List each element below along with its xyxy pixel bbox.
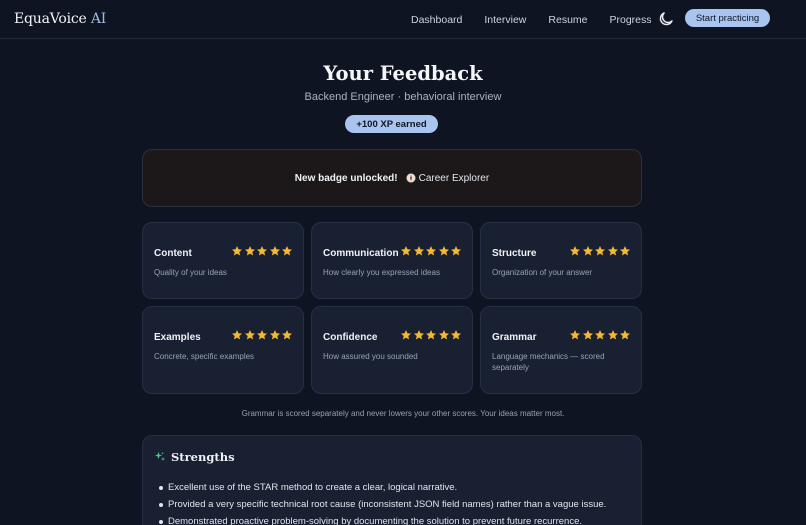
list-item: Excellent use of the STAR method to crea… [159,482,606,493]
page-subtitle: Backend Engineer · behavioral interview [304,91,502,103]
star-icon [426,246,436,256]
moon-icon[interactable] [657,10,675,28]
page-title: Your Feedback [323,62,483,85]
star-icon [582,246,593,256]
score-card-content: Content Quality of your ideas [142,222,304,299]
score-label: Grammar [492,332,537,343]
star-icon [401,246,411,256]
star-icon [232,246,242,256]
xp-badge: +100 XP earned [345,115,438,133]
score-card-examples: Examples Concrete, specific examples [142,306,304,394]
star-icon [438,246,449,256]
star-icon [607,246,618,256]
nav-link-progress[interactable]: Progress [610,14,652,26]
badge-unlocked-text: New badge unlocked! [294,172,398,184]
score-card-confidence: Confidence How assured you sounded [311,306,473,394]
start-practicing-button[interactable]: Start practicing [685,9,770,27]
score-card-structure: Structure Organization of your answer [480,222,642,299]
star-icon [269,330,280,340]
star-icon [413,330,424,340]
star-icon [232,330,242,340]
star-icon [595,330,605,340]
star-icon [620,330,630,340]
star-rating [569,329,632,341]
star-icon [438,330,449,340]
grammar-note: Grammar is scored separately and never l… [241,409,565,418]
nav-link-dashboard[interactable]: Dashboard [411,14,462,26]
strengths-card: Strengths Excellent use of the STAR meth… [142,435,642,525]
sparkles-icon [155,452,165,461]
score-description: Quality of your ideas [154,268,227,277]
star-icon [244,330,255,340]
score-label: Content [154,248,192,259]
star-rating [231,329,294,341]
score-description: How assured you sounded [323,352,418,361]
brand-logo[interactable]: EquaVoice AI [14,11,106,27]
nav-link-resume[interactable]: Resume [548,14,587,26]
list-item: Demonstrated proactive problem-solving b… [159,516,606,525]
star-rating [569,245,632,257]
score-card-grammar: Grammar Language mechanics — scored sepa… [480,306,642,394]
star-icon [595,246,605,256]
score-description: Organization of your answer [492,268,593,277]
badge-name: Career Explorer [418,172,490,184]
star-rating [400,329,463,341]
star-icon [282,330,292,340]
star-icon [401,330,411,340]
strengths-list: Excellent use of the STAR method to crea… [159,482,606,525]
star-icon [413,246,424,256]
list-item: Provided a very specific technical root … [159,499,606,510]
star-icon [451,246,461,256]
star-icon [570,330,580,340]
top-nav: EquaVoice AI Dashboard Interview Resume … [0,0,806,39]
score-description: Concrete, specific examples [154,352,255,361]
star-icon [244,246,255,256]
star-icon [620,246,630,256]
star-icon [269,246,280,256]
star-icon [257,246,267,256]
star-icon [451,330,461,340]
star-rating [231,245,294,257]
score-label: Structure [492,248,537,259]
score-label: Confidence [323,332,378,343]
star-icon [582,330,593,340]
star-rating [400,245,463,257]
score-description: Language mechanics — scored separately [492,352,605,372]
star-icon [570,246,580,256]
strengths-header: Strengths [154,450,235,464]
score-label: Examples [154,332,201,343]
star-icon [607,330,618,340]
score-card-communication: Communication How clearly you expressed … [311,222,473,299]
compass-icon [405,173,416,183]
nav-link-interview[interactable]: Interview [484,14,526,26]
star-icon [257,330,267,340]
badge-unlocked-card: New badge unlocked! Career Explorer [142,149,642,207]
score-description: How clearly you expressed ideas [323,268,440,277]
nav-links: Dashboard Interview Resume Progress [411,0,674,39]
score-label: Communication [323,248,399,259]
star-icon [426,330,436,340]
star-icon [282,246,292,256]
strengths-title: Strengths [171,450,235,464]
